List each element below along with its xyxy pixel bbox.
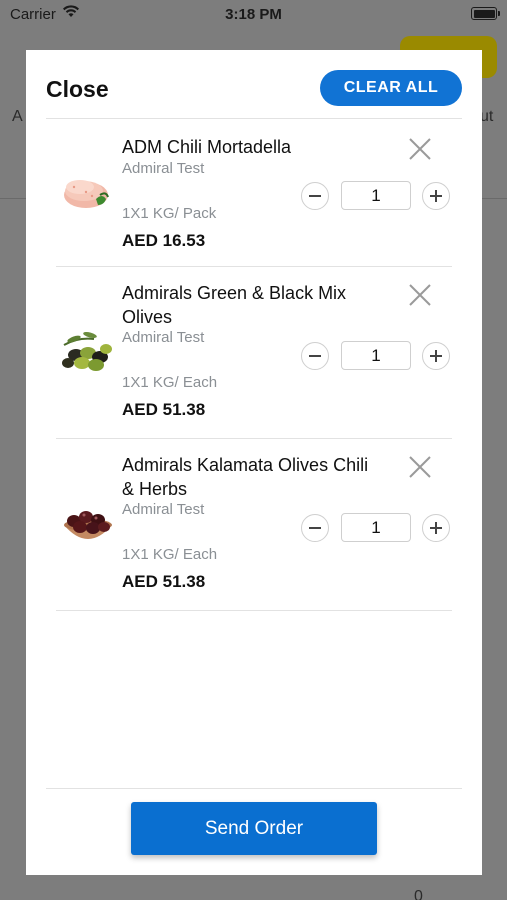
item-divider — [56, 610, 452, 611]
item-pack: 1X1 KG/ Each — [122, 546, 218, 563]
background-qty: 0 — [414, 888, 423, 900]
minus-icon — [309, 195, 321, 197]
battery-icon — [471, 7, 500, 20]
cart-item: ADM Chili Mortadella Admiral Test 1X1 KG… — [26, 119, 482, 267]
status-bar: Carrier 3:18 PM — [0, 0, 507, 28]
minus-icon — [309, 355, 321, 357]
mortadella-image — [60, 165, 116, 221]
item-price: AED 16.53 — [122, 231, 206, 250]
item-price: AED 51.38 — [122, 400, 206, 419]
cart-items-list: ADM Chili Mortadella Admiral Test 1X1 KG… — [26, 119, 482, 611]
item-brand: Admiral Test — [122, 160, 205, 177]
item-brand: Admiral Test — [122, 329, 205, 346]
clear-all-button[interactable]: CLEAR ALL — [320, 70, 462, 106]
plus-icon — [430, 190, 442, 202]
item-brand: Admiral Test — [122, 501, 205, 518]
clock: 3:18 PM — [225, 6, 282, 23]
close-button[interactable]: Close — [46, 76, 109, 103]
plus-icon — [430, 350, 442, 362]
cart-item: Admirals Green & Black Mix Olives Admira… — [26, 267, 482, 439]
background-text-left: A — [12, 108, 23, 125]
remove-item-close-icon[interactable] — [408, 283, 432, 307]
quantity-field[interactable]: 1 — [341, 181, 411, 210]
item-name: Admirals Green & Black Mix Olives — [122, 283, 347, 327]
quantity-field[interactable]: 1 — [341, 341, 411, 370]
cart-modal: Close CLEAR ALL ADM Chili Mortadella Adm… — [26, 50, 482, 875]
increase-qty-button[interactable] — [422, 182, 450, 210]
increase-qty-button[interactable] — [422, 342, 450, 370]
item-pack: 1X1 KG/ Pack — [122, 205, 217, 222]
modal-header: Close CLEAR ALL — [26, 50, 482, 119]
decrease-qty-button[interactable] — [301, 342, 329, 370]
decrease-qty-button[interactable] — [301, 514, 329, 542]
minus-icon — [309, 527, 321, 529]
item-name: ADM Chili Mortadella — [122, 137, 292, 157]
quantity-field[interactable]: 1 — [341, 513, 411, 542]
quantity-stepper: 1 — [301, 513, 451, 543]
increase-qty-button[interactable] — [422, 514, 450, 542]
decrease-qty-button[interactable] — [301, 182, 329, 210]
remove-item-close-icon[interactable] — [408, 137, 432, 161]
plus-icon — [430, 522, 442, 534]
kalamata-olives-image — [60, 495, 116, 551]
quantity-stepper: 1 — [301, 181, 451, 211]
footer-divider — [46, 788, 462, 789]
item-pack: 1X1 KG/ Each — [122, 374, 218, 391]
background-text-right: ut — [480, 108, 494, 125]
cart-item: Admirals Kalamata Olives Chili & Herbs A… — [26, 439, 482, 611]
item-name: Admirals Kalamata Olives Chili & Herbs — [122, 455, 369, 499]
remove-item-close-icon[interactable] — [408, 455, 432, 479]
item-price: AED 51.38 — [122, 572, 206, 591]
send-order-button[interactable]: Send Order — [131, 802, 377, 855]
quantity-stepper: 1 — [301, 341, 451, 371]
olives-image — [60, 323, 116, 379]
